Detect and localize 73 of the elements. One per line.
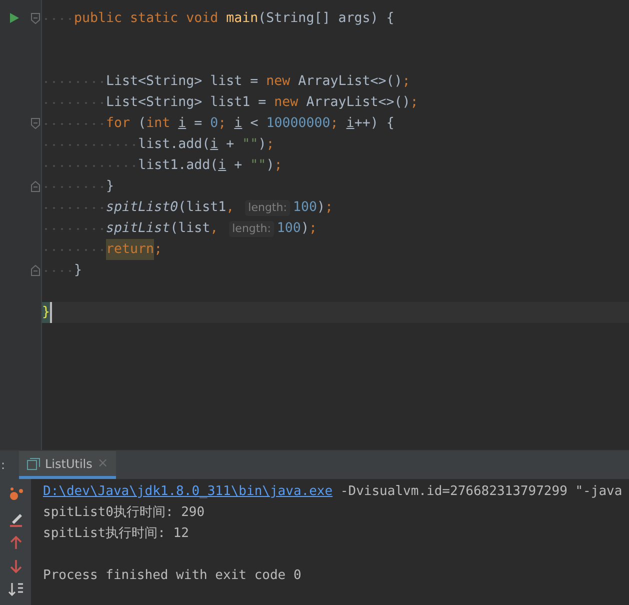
- keyword: ;: [330, 115, 340, 133]
- keyword: ,: [226, 199, 236, 217]
- keyword: for: [106, 115, 132, 133]
- keyword: new: [274, 94, 300, 112]
- fold-icon[interactable]: [31, 181, 40, 192]
- keyword: ;: [218, 115, 228, 133]
- code-text: +: [233, 157, 244, 175]
- code-text: =: [193, 115, 204, 133]
- down-arrow-icon[interactable]: [10, 559, 22, 573]
- console-icon: [27, 458, 40, 470]
- run-icon[interactable]: [10, 13, 19, 23]
- variable: i: [210, 136, 218, 154]
- keyword: public static void: [74, 10, 220, 28]
- fold-icon[interactable]: [31, 265, 40, 276]
- brace: }: [42, 302, 52, 323]
- number-literal: 0: [210, 115, 218, 133]
- console-text: Process finished with exit code 0: [43, 568, 302, 583]
- code-text: ArrayList<>(): [306, 94, 410, 112]
- code-text: (list1: [178, 199, 226, 217]
- code-text: list.add(: [138, 136, 210, 154]
- code-text: ): [300, 220, 309, 238]
- keyword: ,: [210, 220, 220, 238]
- fold-icon[interactable]: [31, 13, 40, 24]
- variable: i: [218, 157, 226, 175]
- code-text: <: [249, 115, 260, 133]
- method-name: main: [226, 10, 258, 28]
- number-literal: 100: [292, 199, 317, 217]
- code-text: list1.add(: [138, 157, 218, 175]
- code-text: ++) {: [354, 115, 394, 133]
- method-call: spitList: [106, 220, 170, 238]
- code-text: ): [266, 157, 274, 175]
- variable: i: [178, 115, 186, 133]
- keyword: new: [266, 73, 292, 91]
- string-literal: "": [250, 157, 266, 175]
- run-tab[interactable]: ListUtils ×: [19, 451, 116, 479]
- method-call: spitList0: [106, 199, 178, 217]
- variable: i: [346, 115, 354, 133]
- code-text: List<String> list =: [106, 73, 260, 91]
- variable: i: [234, 115, 242, 133]
- keyword: ;: [308, 220, 317, 238]
- parameter-hint: length:: [229, 220, 274, 236]
- keyword: return: [106, 239, 154, 260]
- keyword: ;: [266, 136, 274, 154]
- keyword: int: [146, 115, 172, 133]
- parameter-hint: length:: [245, 200, 290, 216]
- number-literal: 100: [276, 220, 301, 238]
- keyword: ;: [402, 73, 410, 91]
- keyword: ;: [410, 94, 418, 112]
- console-text: spitList0执行时间: 290: [43, 505, 205, 520]
- code-text: ): [316, 199, 325, 217]
- code-text: }: [74, 262, 82, 280]
- file-path-link[interactable]: D:\dev\Java\jdk1.8.0_311\bin\java.exe: [43, 484, 333, 499]
- up-arrow-icon[interactable]: [10, 536, 22, 550]
- code-text: ): [258, 136, 266, 154]
- code-text: (list: [170, 220, 210, 238]
- code-text: (: [138, 115, 146, 133]
- console-text: spitList执行时间: 12: [43, 526, 189, 541]
- keyword: ;: [274, 157, 282, 175]
- keyword: ;: [324, 199, 333, 217]
- sort-icon[interactable]: [8, 582, 24, 596]
- console-text: -Dvisualvm.id=276682313797299 "-java: [339, 484, 622, 499]
- panel-label: :: [0, 457, 6, 474]
- fold-icon[interactable]: [31, 118, 40, 129]
- pencil-icon[interactable]: [8, 511, 24, 527]
- code-text: +: [225, 136, 236, 154]
- number-literal: 10000000: [266, 115, 330, 133]
- string-literal: "": [242, 136, 258, 154]
- debug-icon[interactable]: [8, 486, 24, 502]
- code-text: ArrayList<>(): [298, 73, 402, 91]
- code-text: (String[] args) {: [258, 10, 394, 28]
- code-text: }: [106, 178, 114, 196]
- keyword: ;: [154, 241, 162, 259]
- code-text: List<String> list1 =: [106, 94, 268, 112]
